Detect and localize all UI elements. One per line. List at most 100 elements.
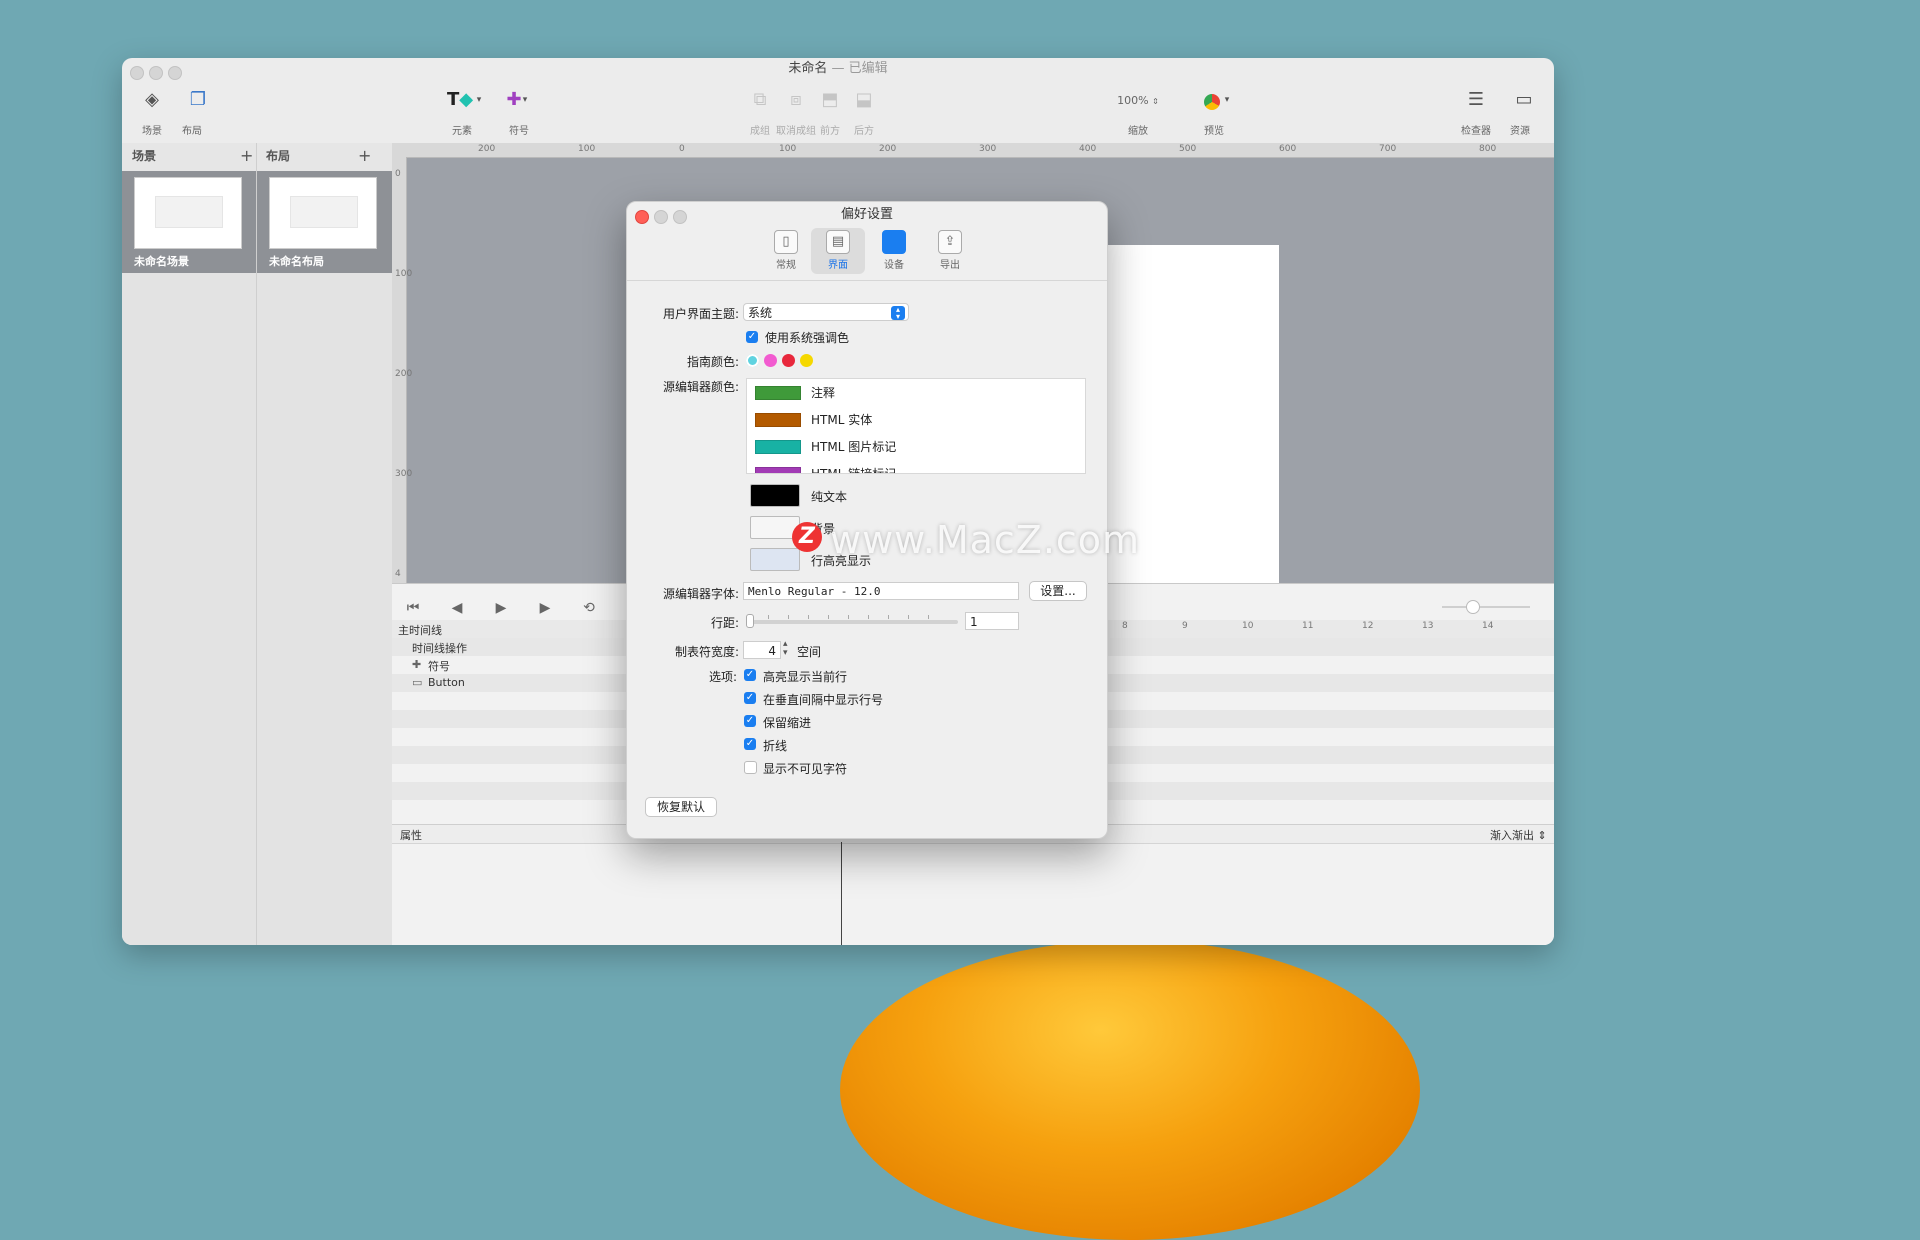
chevron-updown-icon: ▴ ▾ — [891, 306, 905, 321]
easing-select[interactable]: 渐入渐出 ⇕ — [1490, 827, 1547, 843]
sliders-icon[interactable]: ☰ — [1462, 88, 1490, 112]
zoom-stepper[interactable]: 100% ⇕ — [1110, 92, 1166, 110]
color-swatch[interactable] — [755, 467, 801, 473]
scene-item-label: 未命名场景 — [134, 255, 189, 268]
line-spacing-knob[interactable] — [746, 614, 754, 628]
line-spacing-slider[interactable] — [748, 620, 958, 624]
ruler-tick: 200 — [478, 144, 496, 154]
chevron-down-icon[interactable]: ▾ — [472, 88, 486, 112]
timeline-tick: 11 — [1302, 621, 1314, 631]
ruler-tick: 800 — [1479, 144, 1497, 154]
option-checkbox[interactable] — [744, 761, 757, 774]
theme-label: 用户界面主题: — [662, 307, 739, 321]
step-back-icon[interactable]: ◀ — [444, 598, 470, 618]
resources-label: 资源 — [1510, 126, 1530, 137]
loop-icon[interactable]: ⟲ — [576, 598, 602, 618]
chrome-icon[interactable] — [1204, 94, 1220, 110]
tab-devices[interactable]: 设备 — [867, 228, 921, 274]
scene-thumbnail — [134, 177, 242, 249]
timeline-tick: 13 — [1422, 621, 1434, 631]
font-settings-button[interactable]: 设置... — [1029, 581, 1087, 601]
ruler-left: 0 100 200 300 4 — [392, 157, 412, 583]
window-title: 未命名 — 已编辑 — [122, 58, 1554, 80]
option-checkbox[interactable]: ✓ — [744, 669, 756, 681]
window-title-text: 未命名 — [788, 61, 828, 76]
guide-color-pink[interactable] — [764, 354, 777, 367]
elements-toolbar-label: 元素 — [452, 126, 472, 137]
window-title-suffix: — 已编辑 — [831, 61, 888, 76]
ruler-tick: 100 — [395, 269, 413, 279]
tab-export[interactable]: ⇪ 导出 — [923, 228, 977, 274]
ruler-tick: 500 — [1179, 144, 1197, 154]
restore-defaults-button[interactable]: 恢复默认 — [645, 797, 717, 817]
ruler-tick: 0 — [395, 169, 401, 179]
resources-icon[interactable]: ▭ — [1510, 88, 1538, 112]
watermark-text: www.MacZ.com — [796, 518, 1140, 562]
tab-label: 界面 — [828, 260, 848, 271]
theme-value: 系统 — [748, 306, 773, 320]
guide-color-red[interactable] — [782, 354, 795, 367]
devices-icon — [882, 230, 906, 254]
color-swatch[interactable] — [755, 386, 801, 400]
color-swatch[interactable] — [755, 413, 801, 427]
line-spacing-field[interactable]: 1 — [965, 612, 1019, 630]
chevron-down-icon[interactable]: ▾ — [1220, 88, 1234, 112]
layers-icon[interactable]: ◈ — [138, 88, 166, 112]
system-accent-checkbox[interactable]: ✓ — [746, 331, 758, 343]
option-checkbox[interactable]: ✓ — [744, 715, 756, 727]
timeline-tick: 8 — [1122, 621, 1128, 631]
theme-select[interactable]: 系统 ▴ ▾ — [743, 303, 909, 321]
plain-text-color-well[interactable] — [750, 484, 800, 507]
scene-item[interactable]: 未命名场景 — [122, 171, 256, 273]
add-scene-button[interactable]: + — [240, 143, 253, 169]
tab-interface[interactable]: ▤ 界面 — [811, 228, 865, 274]
font-label: 源编辑器字体: — [662, 587, 739, 601]
ungroup-icon[interactable]: ⧈ — [782, 88, 810, 112]
timeline-ruler[interactable]: 8 9 10 11 12 13 14 — [1112, 620, 1554, 636]
ruler-tick: 700 — [1379, 144, 1397, 154]
layout-icon[interactable]: ❐ — [184, 88, 212, 112]
option-checkbox[interactable]: ✓ — [744, 692, 756, 704]
attributes-label: 属性 — [400, 829, 422, 842]
play-icon[interactable]: ▶ — [488, 598, 514, 618]
guide-color-cyan[interactable] — [746, 354, 759, 367]
tab-width-stepper[interactable]: ▴ ▾ — [783, 640, 788, 658]
playhead[interactable] — [841, 842, 842, 945]
tab-width-field[interactable]: 4 — [743, 641, 781, 659]
options-label: 选项: — [708, 670, 737, 684]
timeline-row-label: 主时间线 — [398, 624, 442, 637]
color-swatch[interactable] — [755, 440, 801, 454]
option-label: 保留缩进 — [763, 716, 812, 730]
tab-label: 导出 — [940, 260, 960, 271]
tab-label: 设备 — [884, 260, 904, 271]
step-forward-icon[interactable]: ▶ — [532, 598, 558, 618]
layout-item[interactable]: 未命名布局 — [257, 171, 392, 273]
guide-color-yellow[interactable] — [800, 354, 813, 367]
tab-label: 常规 — [776, 260, 796, 271]
option-checkbox[interactable]: ✓ — [744, 738, 756, 750]
source-color-label: 源编辑器颜色: — [662, 380, 739, 394]
group-icon[interactable]: ⧉ — [746, 88, 774, 112]
window-icon: ▤ — [826, 230, 850, 254]
option-label: 显示不可见字符 — [763, 762, 848, 776]
highlight-color-well[interactable] — [750, 548, 800, 571]
add-layout-button[interactable]: + — [358, 143, 371, 169]
scenes-list: 未命名场景 — [122, 171, 256, 945]
option-label: 高亮显示当前行 — [763, 670, 848, 684]
chevron-down-icon[interactable]: ▾ — [518, 88, 532, 112]
timeline-tick: 9 — [1182, 621, 1188, 631]
layouts-list: 未命名布局 — [257, 171, 392, 945]
font-field[interactable]: Menlo Regular - 12.0 — [743, 582, 1019, 600]
ruler-tick: 400 — [1079, 144, 1097, 154]
bring-front-icon[interactable]: ⬒ — [816, 88, 844, 112]
timeline-zoom-slider[interactable] — [1432, 600, 1542, 614]
go-start-icon[interactable]: ⏮ — [400, 598, 426, 618]
layout-toolbar-label: 布局 — [182, 126, 202, 137]
tab-general[interactable]: ▯ 常规 — [759, 228, 813, 274]
share-icon: ⇪ — [938, 230, 962, 254]
ruler-tick: 4 — [395, 569, 401, 579]
option-label: 在垂直间隔中显示行号 — [763, 693, 884, 707]
send-back-icon[interactable]: ⬓ — [850, 88, 878, 112]
ruler-tick: 300 — [979, 144, 997, 154]
source-color-list[interactable]: 注释 HTML 实体 HTML 图片标记 HTML 链接标记 — [746, 378, 1086, 474]
